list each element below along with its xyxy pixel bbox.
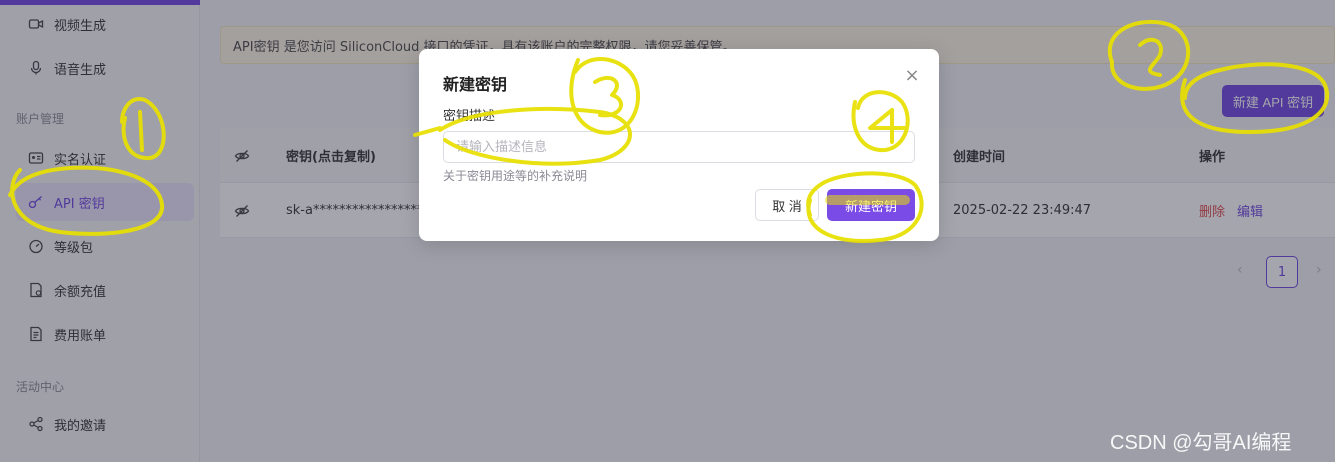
- cancel-button[interactable]: 取 消: [755, 189, 819, 221]
- watermark-text: CSDN @勾哥AI编程: [1110, 432, 1292, 454]
- modal-title: 新建密钥: [443, 75, 508, 94]
- key-description-input[interactable]: [443, 131, 915, 163]
- key-description-help: 关于密钥用途等的补充说明: [443, 169, 588, 183]
- close-icon[interactable]: ×: [903, 67, 921, 85]
- create-key-modal: 新建密钥 × 密钥描述 关于密钥用途等的补充说明 取 消 新建密钥: [419, 49, 939, 241]
- confirm-create-button[interactable]: 新建密钥: [827, 189, 915, 221]
- key-description-label: 密钥描述: [443, 109, 496, 124]
